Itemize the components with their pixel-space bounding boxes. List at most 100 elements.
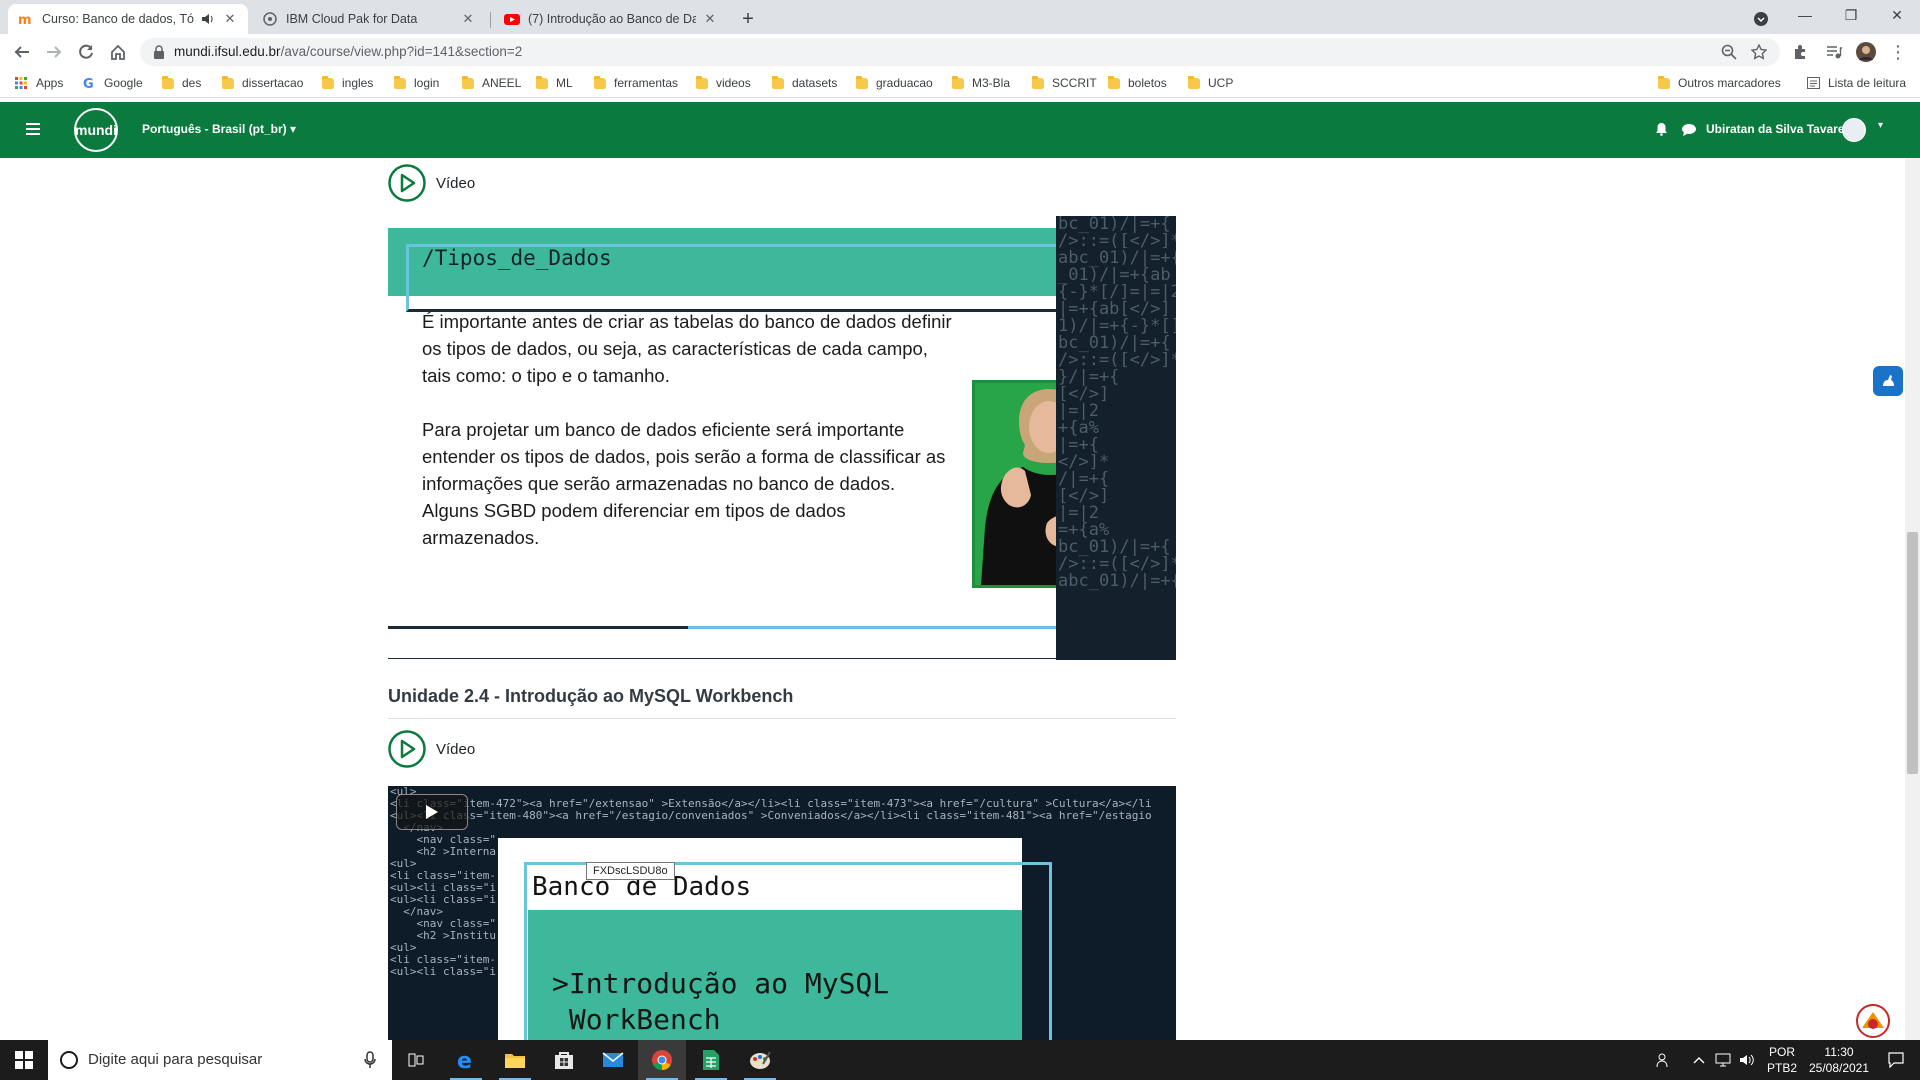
hamburger-menu-icon[interactable] <box>22 118 44 140</box>
folder-icon <box>222 75 234 89</box>
reading-list-button[interactable]: Lista de leitura <box>1806 76 1906 90</box>
bookmark-folder[interactable]: des <box>162 75 202 90</box>
bookmark-other-folder[interactable]: Outros marcadores <box>1658 75 1781 90</box>
tab-ibm-cloud-pak[interactable]: IBM Cloud Pak for Data ✕ <box>252 4 486 34</box>
lesson-slide-image[interactable]: /Tipos_de_Dados É importante antes de cr… <box>388 216 1176 660</box>
bookmark-apps[interactable]: Apps <box>14 76 63 90</box>
language-selector[interactable]: Português - Brasil (pt_br) ▾ <box>142 122 296 136</box>
slide-title: /Tipos_de_Dados <box>422 246 612 270</box>
windows-taskbar: Digite aqui para pesquisar e POR PTB2 11… <box>0 1040 1920 1080</box>
lock-icon[interactable] <box>152 44 166 60</box>
clock[interactable]: 11:30 25/08/2021 <box>1802 1040 1876 1080</box>
bookmark-folder[interactable]: login <box>394 75 439 90</box>
chrome-taskbar-icon[interactable] <box>638 1040 686 1080</box>
network-icon[interactable] <box>1712 1040 1734 1080</box>
user-avatar[interactable] <box>1842 118 1866 142</box>
video-play-button[interactable] <box>396 794 468 830</box>
tab-moodle-course[interactable]: m Curso: Banco de dados, Tópi ✕ <box>8 4 248 34</box>
bookmark-label: boletos <box>1128 76 1167 90</box>
speaker-icon[interactable] <box>200 11 216 27</box>
caret-down-icon[interactable]: ▾ <box>1878 120 1883 131</box>
svg-text:e: e <box>457 1049 472 1071</box>
user-menu-name[interactable]: Ubiratan da Silva Tavares <box>1706 122 1851 136</box>
bookmark-label: ANEEL <box>482 76 522 90</box>
microphone-icon[interactable] <box>362 1050 378 1070</box>
mundi-logo[interactable]: mundi <box>74 108 118 152</box>
taskbar-search-box[interactable]: Digite aqui para pesquisar <box>48 1040 392 1080</box>
bookmark-folder[interactable]: dissertacao <box>222 75 304 90</box>
play-circle-icon <box>388 164 426 202</box>
file-explorer-icon[interactable] <box>491 1040 539 1080</box>
microsoft-store-icon[interactable] <box>540 1040 588 1080</box>
back-icon[interactable] <box>10 40 34 64</box>
paint-app-icon[interactable] <box>736 1040 784 1080</box>
forward-icon[interactable] <box>42 40 66 64</box>
reload-icon[interactable] <box>74 40 98 64</box>
restore-icon[interactable]: ❐ <box>1828 0 1874 30</box>
video-activity-link[interactable]: Vídeo <box>388 730 475 768</box>
course-section-content: Vídeo /Tipos_de_Dados É importante antes… <box>0 158 1905 1040</box>
cortana-circle-icon <box>60 1051 78 1069</box>
folder-icon <box>856 75 868 89</box>
video-activity-link[interactable]: Vídeo <box>388 164 475 202</box>
bookmark-folder[interactable]: videos <box>696 75 751 90</box>
notification-center-icon[interactable] <box>1876 1040 1916 1080</box>
home-icon[interactable] <box>106 40 130 64</box>
tab-title: IBM Cloud Pak for Data <box>286 12 418 26</box>
bookmark-label: dissertacao <box>242 76 304 90</box>
bookmark-folder[interactable]: boletos <box>1108 75 1167 90</box>
people-icon[interactable] <box>1652 1040 1676 1080</box>
address-bar[interactable]: mundi.ifsul.edu.br/ava/course/view.php?i… <box>140 38 1780 66</box>
notification-bell-icon[interactable] <box>1652 120 1670 138</box>
extensions-icon[interactable] <box>1788 40 1812 64</box>
bookmark-folder[interactable]: graduacao <box>856 75 933 90</box>
bookmark-folder[interactable]: ANEEL <box>462 75 522 90</box>
new-tab-plus-icon[interactable]: + <box>736 7 760 31</box>
accessibility-vlibras-icon[interactable] <box>1873 366 1903 396</box>
task-view-icon[interactable] <box>392 1040 440 1080</box>
tab-close-icon[interactable]: ✕ <box>222 11 238 27</box>
embedded-video-player[interactable]: <ul> <li class="item-472"><a href="/exten… <box>388 786 1176 1040</box>
edge-browser-icon[interactable]: e <box>442 1040 490 1080</box>
spreadsheet-app-icon[interactable] <box>687 1040 735 1080</box>
folder-icon <box>162 75 174 89</box>
bookmark-folder[interactable]: SCCRIT <box>1032 75 1097 90</box>
mail-icon[interactable] <box>589 1040 637 1080</box>
media-controls-icon[interactable] <box>1822 40 1846 64</box>
minimize-icon[interactable]: — <box>1782 0 1828 30</box>
window-close-icon[interactable]: ✕ <box>1874 0 1920 30</box>
chrome-menu-icon[interactable]: ⋮ <box>1886 40 1910 64</box>
bookmark-folder[interactable]: UCP <box>1188 75 1233 90</box>
unit-divider <box>388 718 1176 719</box>
slide-divider <box>388 658 1056 659</box>
profile-avatar[interactable] <box>1854 40 1878 64</box>
zoom-icon[interactable] <box>1720 43 1738 61</box>
input-language-indicator[interactable]: POR PTB2 <box>1762 1040 1802 1080</box>
bookmark-label: ferramentas <box>614 76 679 90</box>
profile-dropdown-icon[interactable] <box>1738 4 1784 34</box>
youtube-favicon-icon <box>504 11 520 27</box>
page-scrollbar[interactable] <box>1905 158 1920 1040</box>
windows-start-icon[interactable] <box>0 1040 48 1080</box>
bookmark-folder[interactable]: datasets <box>772 75 837 90</box>
video-label: Vídeo <box>436 174 476 192</box>
bookmark-label: des <box>182 76 202 90</box>
messages-chat-icon[interactable] <box>1680 120 1698 138</box>
tab-youtube[interactable]: (7) Introdução ao Banco de Dad ✕ <box>494 4 728 34</box>
tray-chevron-up-icon[interactable] <box>1688 1040 1710 1080</box>
bookmark-folder[interactable]: ferramentas <box>594 75 679 90</box>
chatbot-assistant-icon[interactable] <box>1856 1004 1890 1038</box>
tab-close-icon[interactable]: ✕ <box>460 11 476 27</box>
folder-icon <box>394 75 406 89</box>
bookmark-label: Lista de leitura <box>1828 76 1907 90</box>
tab-close-icon[interactable]: ✕ <box>702 11 718 27</box>
bookmark-folder[interactable]: ingles <box>322 75 373 90</box>
bookmark-folder[interactable]: ML <box>536 75 573 90</box>
scrollbar-thumb[interactable] <box>1907 532 1918 774</box>
bookmark-star-icon[interactable] <box>1750 43 1768 61</box>
bookmark-label: Apps <box>36 76 64 90</box>
volume-icon[interactable] <box>1736 1040 1758 1080</box>
folder-icon <box>1188 75 1200 89</box>
bookmark-folder[interactable]: M3-Bla <box>952 75 1010 90</box>
bookmark-google[interactable]: G Google <box>82 76 143 90</box>
